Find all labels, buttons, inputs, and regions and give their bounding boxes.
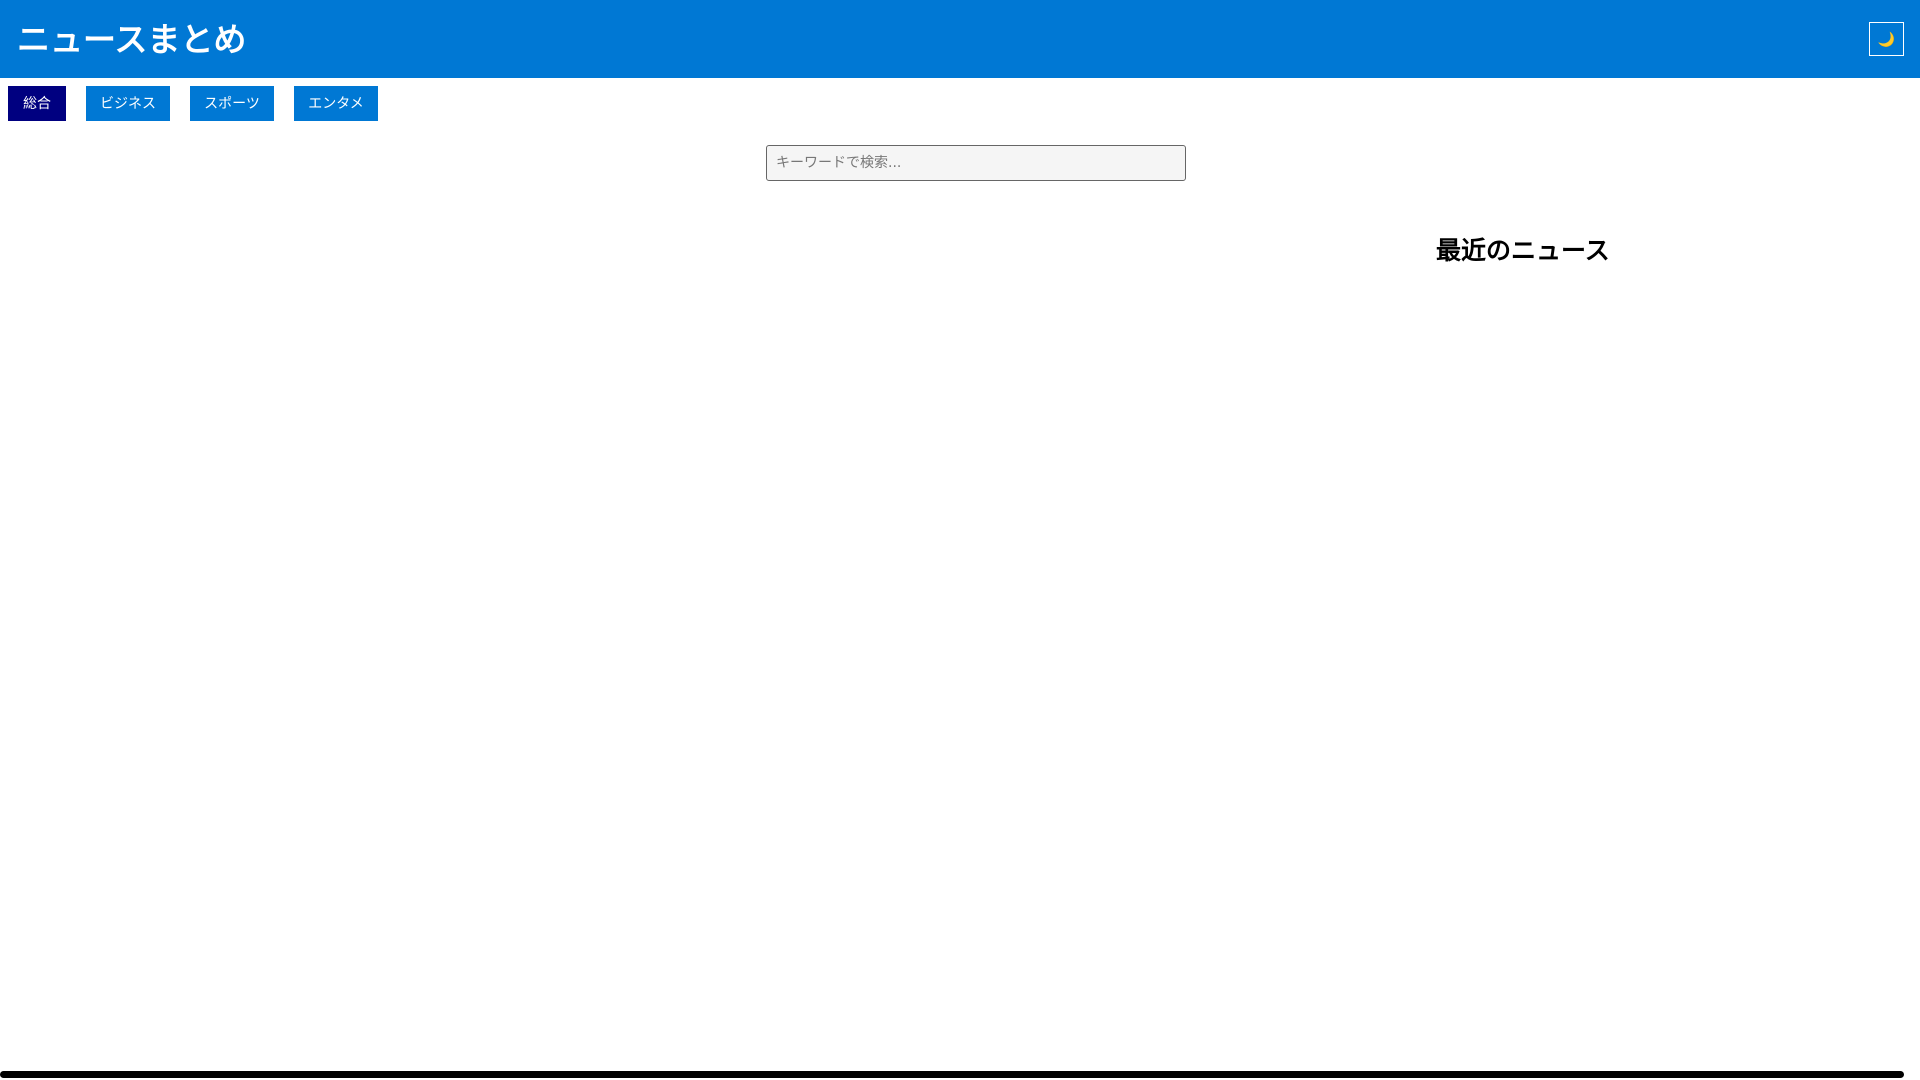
tab-general[interactable]: 総合 — [8, 86, 66, 121]
search-input[interactable] — [766, 145, 1186, 181]
app-header: ニュースまとめ 🌙 — [0, 0, 1920, 78]
recent-news-heading: 最近のニュース — [1436, 236, 1610, 265]
tab-sports[interactable]: スポーツ — [190, 86, 274, 121]
horizontal-scrollbar[interactable] — [0, 1071, 1904, 1078]
site-title: ニュースまとめ — [17, 20, 247, 59]
tab-business[interactable]: ビジネス — [86, 86, 170, 121]
tab-entertainment[interactable]: エンタメ — [294, 86, 378, 121]
moon-icon: 🌙 — [1877, 31, 1896, 47]
theme-toggle-button[interactable]: 🌙 — [1869, 22, 1904, 56]
